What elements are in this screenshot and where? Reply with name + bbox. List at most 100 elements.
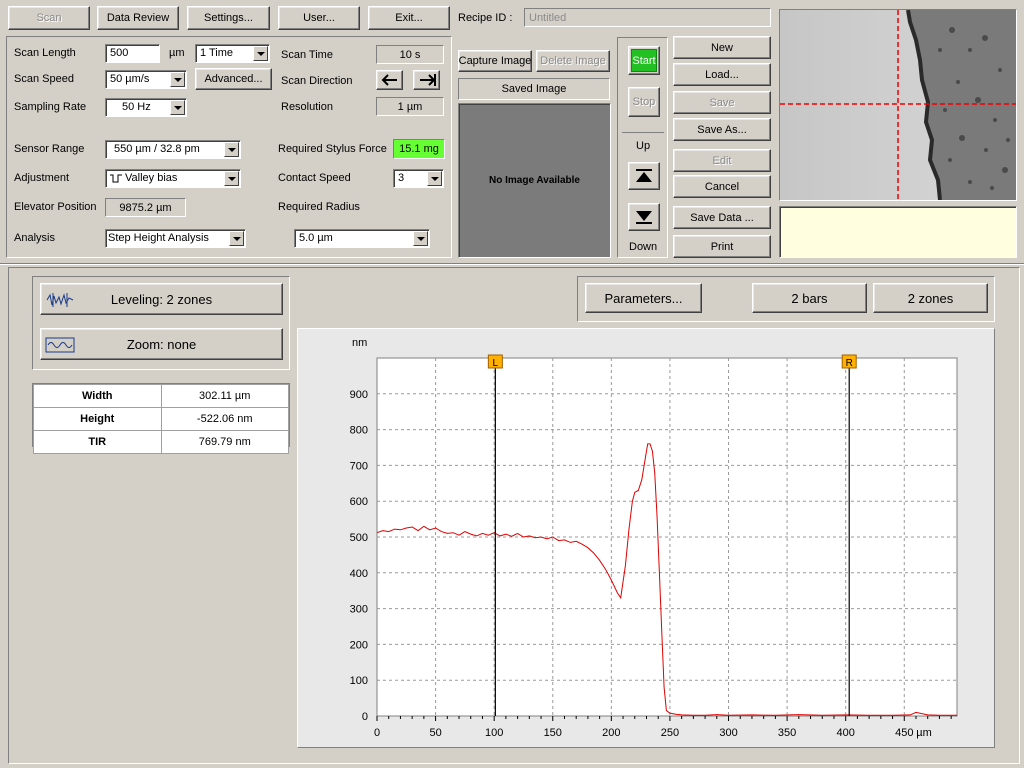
radius-value: 5.0 µm [299, 232, 333, 244]
profile-chart-frame: 0 100 200 300 400 500 600 700 800 900 0 50 100 150 200… [297, 328, 995, 748]
arrow-left-icon [381, 74, 397, 86]
repeat-select[interactable]: 1 Time [195, 44, 270, 63]
resolution-label: Resolution [281, 101, 333, 113]
stylus-force-label: Required Stylus Force [278, 143, 387, 155]
scan-direction-label: Scan Direction [281, 75, 353, 87]
y-tick-label: 100 [350, 675, 368, 687]
bars-button[interactable]: 2 bars [752, 283, 867, 313]
y-tick-label: 900 [350, 389, 368, 401]
x-tick-label: 150 [544, 727, 562, 739]
marker-label: R [846, 358, 853, 369]
chevron-down-icon[interactable] [224, 171, 239, 186]
y-axis-label: nm [352, 337, 367, 349]
zoom-button[interactable]: Zoom: none [40, 328, 283, 360]
table-row: Height -522.06 nm [33, 407, 289, 431]
result-name: Height [33, 407, 162, 431]
chevron-down-icon[interactable] [170, 100, 185, 115]
leveling-icon [46, 293, 74, 307]
repeat-value: 1 Time [200, 47, 234, 59]
marker-label: L [493, 358, 499, 369]
scan-left-button[interactable] [376, 70, 403, 90]
x-axis-label: µm [916, 727, 932, 739]
chevron-down-icon[interactable] [413, 231, 428, 246]
x-tick-label: 400 [837, 727, 855, 739]
saved-image-placeholder: No Image Available [458, 103, 611, 258]
save-data-button[interactable]: Save Data ... [673, 206, 771, 229]
adjustment-value: Valley bias [125, 172, 178, 184]
resolution-value: 1 µm [376, 97, 444, 116]
new-button[interactable]: New [673, 36, 771, 59]
edit-button[interactable]: Edit [673, 149, 771, 172]
scan-button[interactable]: Scan [8, 6, 90, 30]
contact-speed-select[interactable]: 3 [393, 169, 444, 188]
cancel-button[interactable]: Cancel [673, 175, 771, 198]
up-button[interactable] [628, 162, 660, 190]
x-tick-label: 0 [374, 727, 380, 739]
start-button-label: Start [631, 49, 657, 72]
valley-bias-icon [110, 174, 122, 183]
capture-image-button[interactable]: Capture Image [458, 50, 532, 72]
saved-image-label: Saved Image [458, 78, 610, 100]
result-name: Width [33, 384, 162, 408]
table-row: Width 302.11 µm [33, 384, 289, 408]
x-tick-label: 350 [778, 727, 796, 739]
chevron-down-icon[interactable] [229, 231, 244, 246]
zoom-icon [45, 337, 75, 353]
chevron-down-icon[interactable] [253, 46, 268, 61]
x-tick-label: 300 [719, 727, 737, 739]
scan-speed-select[interactable]: 50 µm/s [105, 70, 187, 89]
recipe-id-field[interactable]: Untitled [524, 8, 771, 27]
save-as-button[interactable]: Save As... [673, 118, 771, 141]
elevator-position-label: Elevator Position [14, 201, 97, 213]
sensor-range-value: 550 µm / 32.8 pm [114, 143, 200, 155]
sensor-range-select[interactable]: 550 µm / 32.8 pm [105, 140, 241, 159]
zoom-label: Zoom: none [126, 336, 197, 352]
y-tick-label: 800 [350, 425, 368, 437]
load-button[interactable]: Load... [673, 63, 771, 86]
stop-button[interactable]: Stop [628, 87, 660, 117]
save-button[interactable]: Save [673, 91, 771, 114]
adjustment-select[interactable]: Valley bias [105, 169, 241, 188]
exit-button[interactable]: Exit... [368, 6, 450, 30]
stylus-force-value: 15.1 mg [393, 139, 445, 159]
up-label: Up [636, 140, 651, 152]
scan-speed-label: Scan Speed [14, 73, 74, 85]
chevron-down-icon[interactable] [224, 142, 239, 157]
data-review-button[interactable]: Data Review [97, 6, 179, 30]
x-tick-label: 450 [895, 727, 913, 739]
chevron-down-icon[interactable] [427, 171, 442, 186]
arrow-right-icon [419, 74, 436, 86]
scan-time-label: Scan Time [281, 49, 333, 61]
analysis-value: Step Height Analysis [108, 232, 209, 244]
scan-length-input[interactable]: 500 [105, 44, 160, 63]
x-tick-label: 250 [661, 727, 679, 739]
y-tick-label: 700 [350, 460, 368, 472]
start-button[interactable]: Start [628, 46, 660, 75]
analysis-label: Analysis [14, 232, 55, 244]
chevron-down-icon[interactable] [170, 72, 185, 87]
zones-button[interactable]: 2 zones [873, 283, 988, 313]
camera-view[interactable] [779, 9, 1017, 201]
print-button[interactable]: Print [673, 235, 771, 258]
user-button[interactable]: User... [278, 6, 360, 30]
status-info-box [779, 206, 1017, 258]
delete-image-button[interactable]: Delete Image [536, 50, 610, 72]
y-tick-label: 600 [350, 496, 368, 508]
result-value: 769.79 nm [160, 430, 289, 454]
section-divider [0, 263, 1024, 265]
analysis-select[interactable]: Step Height Analysis [105, 229, 246, 248]
leveling-label: Leveling: 2 zones [110, 291, 213, 307]
leveling-button[interactable]: Leveling: 2 zones [40, 283, 283, 315]
result-name: TIR [33, 430, 162, 454]
parameters-button[interactable]: Parameters... [585, 283, 702, 313]
sampling-rate-label: Sampling Rate [14, 101, 87, 113]
profile-chart[interactable]: 0 100 200 300 400 500 600 700 800 900 0 50 100 150 200… [298, 329, 994, 747]
arrow-up-icon [636, 169, 652, 182]
advanced-button[interactable]: Advanced... [195, 68, 272, 90]
radius-select[interactable]: 5.0 µm [294, 229, 430, 248]
settings-button[interactable]: Settings... [187, 6, 270, 30]
down-button[interactable] [628, 203, 660, 231]
sampling-rate-select[interactable]: 50 Hz [105, 98, 187, 117]
contact-speed-label: Contact Speed [278, 172, 351, 184]
scan-right-button[interactable] [413, 70, 440, 90]
